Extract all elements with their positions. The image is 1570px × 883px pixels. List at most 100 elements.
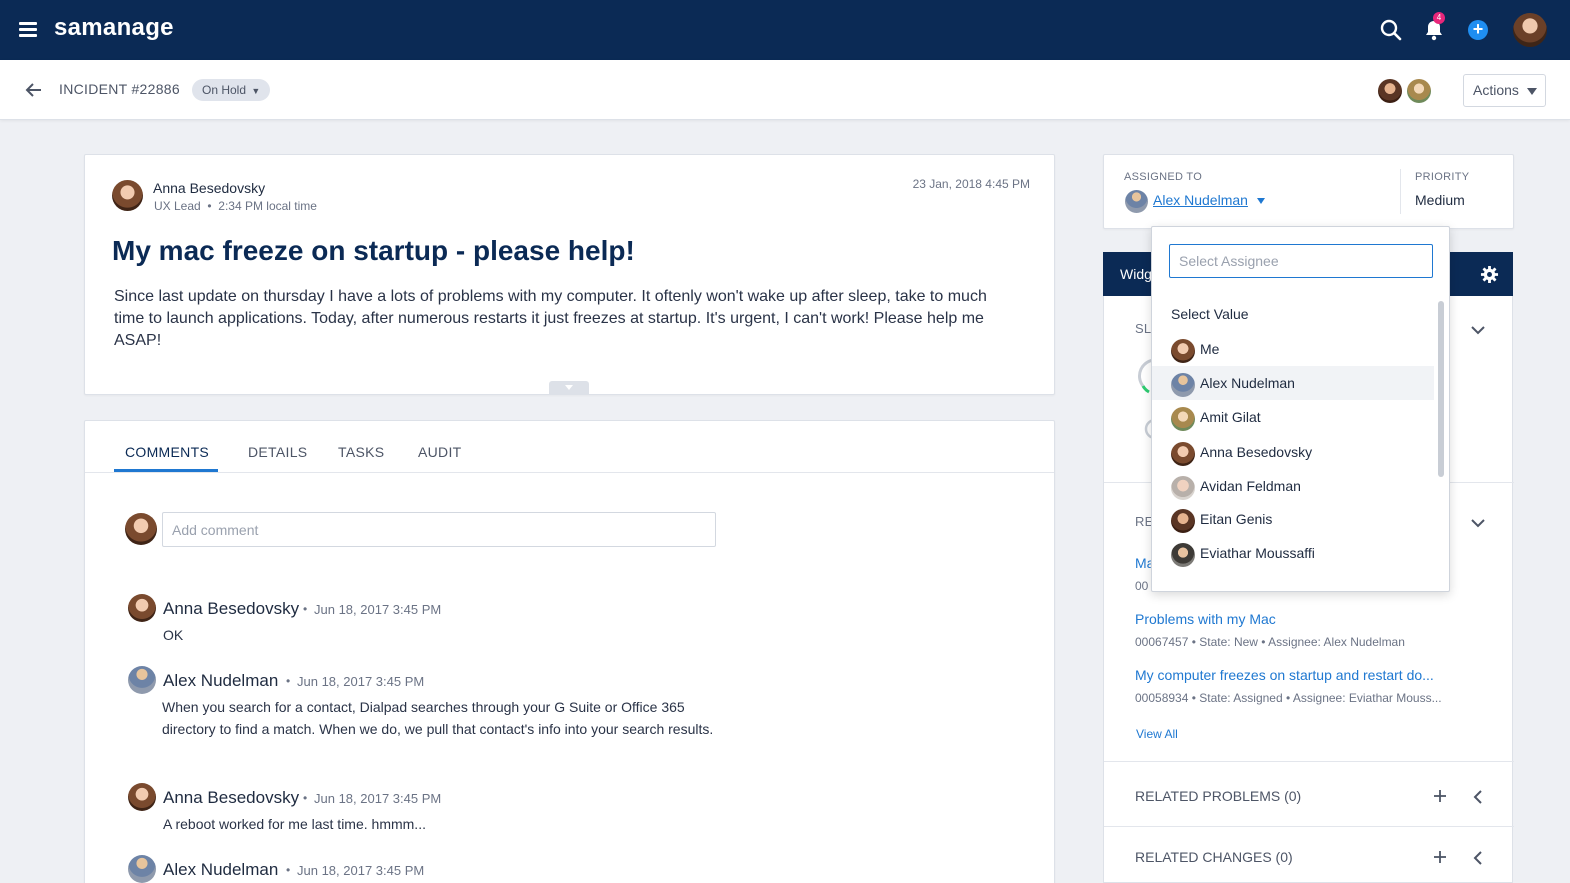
- view-all-link[interactable]: View All: [1136, 727, 1178, 741]
- comment-text: A reboot worked for me last time. hmmm..…: [163, 816, 426, 832]
- chevron-down-icon[interactable]: [1470, 322, 1486, 338]
- notifications-button[interactable]: 4: [1421, 12, 1447, 43]
- author-local-time: 2:34 PM local time: [218, 199, 317, 213]
- watcher-avatar[interactable]: [1378, 79, 1402, 103]
- ticket-description: Since last update on thursday I have a l…: [114, 288, 987, 349]
- separator-dot: •: [286, 674, 291, 688]
- related-incident-link[interactable]: Problems with my Mac: [1135, 611, 1276, 627]
- dropdown-scrollbar-thumb[interactable]: [1438, 301, 1444, 477]
- related-problems-label: RELATED PROBLEMS (0): [1135, 788, 1302, 804]
- assigned-to-label: ASSIGNED TO: [1124, 171, 1203, 183]
- related-incident-meta: 00058934 • State: Assigned • Assignee: E…: [1135, 691, 1442, 705]
- option-avatar: [1171, 407, 1195, 431]
- priority-label: PRIORITY: [1415, 171, 1470, 183]
- ticket-card: Anna Besedovsky UX Lead • 2:34 PM local …: [84, 154, 1055, 395]
- comment-avatar: [128, 666, 156, 694]
- option-label: Avidan Feldman: [1200, 478, 1301, 494]
- separator-dot: •: [303, 602, 308, 616]
- related-changes-label: RELATED CHANGES (0): [1135, 849, 1293, 865]
- back-arrow-icon[interactable]: [24, 80, 44, 100]
- activity-card: COMMENTS DETAILS TASKS AUDIT Anna Besedo…: [84, 420, 1055, 883]
- comment-text: OK: [163, 627, 184, 643]
- related-incident-meta: 00: [1135, 579, 1149, 593]
- option-label: Anna Besedovsky: [1200, 444, 1313, 460]
- option-avatar: [1171, 442, 1195, 466]
- caret-down-icon[interactable]: [1257, 198, 1265, 204]
- option-avatar: [1171, 476, 1195, 500]
- sla-section-label: SL: [1135, 321, 1152, 336]
- ticket-date: 23 Jan, 2018 4:45 PM: [912, 177, 1030, 191]
- caret-down-icon: ▼: [251, 86, 261, 96]
- comment-avatar: [128, 783, 156, 811]
- divider: [1104, 761, 1514, 762]
- menu-icon[interactable]: [19, 22, 37, 37]
- current-user-avatar: [125, 513, 157, 545]
- option-avatar: [1171, 339, 1195, 363]
- option-label: Eitan Genis: [1200, 511, 1273, 527]
- author-avatar: [112, 180, 143, 211]
- status-label: On Hold: [202, 83, 247, 97]
- tab-audit[interactable]: AUDIT: [418, 444, 462, 460]
- separator-dot: •: [303, 791, 308, 805]
- incident-header: INCIDENT #22886 On Hold ▼ Actions: [0, 60, 1570, 120]
- tab-comments[interactable]: COMMENTS: [125, 444, 209, 460]
- author-role: UX Lead: [154, 199, 201, 213]
- chevron-down-icon[interactable]: [1470, 515, 1486, 531]
- author-name[interactable]: Anna Besedovsky: [153, 180, 265, 196]
- assignee-dropdown-trigger[interactable]: Alex Nudelman: [1153, 192, 1248, 208]
- related-incident-link[interactable]: My computer freezes on startup and resta…: [1135, 667, 1434, 683]
- widgets-title: Widg: [1120, 266, 1152, 282]
- divider: [85, 472, 1054, 473]
- comment-date: Jun 18, 2017 3:45 PM: [297, 674, 425, 689]
- assignee-option-alex-nudelman[interactable]: Alex Nudelman: [1152, 366, 1434, 400]
- priority-value[interactable]: Medium: [1415, 192, 1465, 208]
- option-avatar: [1171, 373, 1195, 397]
- status-dropdown[interactable]: On Hold ▼: [192, 79, 271, 101]
- chevron-left-icon[interactable]: [1472, 851, 1484, 865]
- app-logo[interactable]: samanage: [54, 14, 174, 42]
- assignee-option-avidan-feldman[interactable]: Avidan Feldman: [1152, 469, 1434, 503]
- actions-button[interactable]: Actions: [1463, 74, 1546, 107]
- comment-author[interactable]: Anna Besedovsky: [163, 788, 299, 808]
- tab-details[interactable]: DETAILS: [248, 444, 307, 460]
- comment-text: When you search for a contact, Dialpad s…: [162, 699, 714, 737]
- assignee-option-anna-besedovsky[interactable]: Anna Besedovsky: [1152, 435, 1434, 469]
- option-avatar: [1171, 509, 1195, 533]
- option-label: Select Value: [1171, 306, 1249, 322]
- related-incident-meta: 00067457 • State: New • Assignee: Alex N…: [1135, 635, 1405, 649]
- comment-date: Jun 18, 2017 3:45 PM: [314, 602, 442, 617]
- option-label: Me: [1200, 341, 1220, 357]
- watcher-avatar[interactable]: [1407, 79, 1431, 103]
- plus-icon[interactable]: [1433, 789, 1447, 803]
- plus-icon[interactable]: +: [1468, 20, 1488, 40]
- assignee-options-list: Select Value Me Alex Nudelman Amit Gilat…: [1152, 297, 1434, 591]
- assignee-option-amit-gilat[interactable]: Amit Gilat: [1152, 400, 1434, 434]
- assignee-option-eitan-genis[interactable]: Eitan Genis: [1152, 502, 1434, 536]
- assignee-option-eviathar-moussaffi[interactable]: Eviathar Moussaffi: [1152, 536, 1434, 570]
- user-avatar[interactable]: [1513, 13, 1547, 47]
- add-comment-input[interactable]: [162, 512, 716, 547]
- comment-author[interactable]: Alex Nudelman: [163, 671, 278, 691]
- chevron-left-icon[interactable]: [1472, 790, 1484, 804]
- assignee-dropdown: Select Value Me Alex Nudelman Amit Gilat…: [1151, 226, 1450, 592]
- comment-date: Jun 18, 2017 3:45 PM: [314, 791, 442, 806]
- tab-tasks[interactable]: TASKS: [338, 444, 384, 460]
- ticket-title: My mac freeze on startup - please help!: [112, 235, 635, 266]
- assignee-option-me[interactable]: Me: [1152, 332, 1434, 366]
- option-label: Alex Nudelman: [1200, 375, 1295, 391]
- search-icon[interactable]: [1378, 17, 1404, 43]
- comment-avatar: [128, 855, 156, 883]
- comment-date: Jun 18, 2017 3:45 PM: [297, 863, 425, 878]
- separator-dot: •: [286, 863, 291, 877]
- expand-toggle[interactable]: [549, 381, 589, 394]
- comment-author[interactable]: Alex Nudelman: [163, 860, 278, 880]
- plus-icon[interactable]: [1433, 850, 1447, 864]
- divider: [1104, 826, 1514, 827]
- assignee-search-input[interactable]: [1169, 244, 1433, 278]
- comment-author[interactable]: Anna Besedovsky: [163, 599, 299, 619]
- gear-icon[interactable]: [1480, 265, 1499, 284]
- assignment-card: ASSIGNED TO Alex Nudelman PRIORITY Mediu…: [1103, 154, 1514, 229]
- option-label: Amit Gilat: [1200, 409, 1261, 425]
- select-value-header: Select Value: [1152, 297, 1434, 331]
- comment-avatar: [128, 594, 156, 622]
